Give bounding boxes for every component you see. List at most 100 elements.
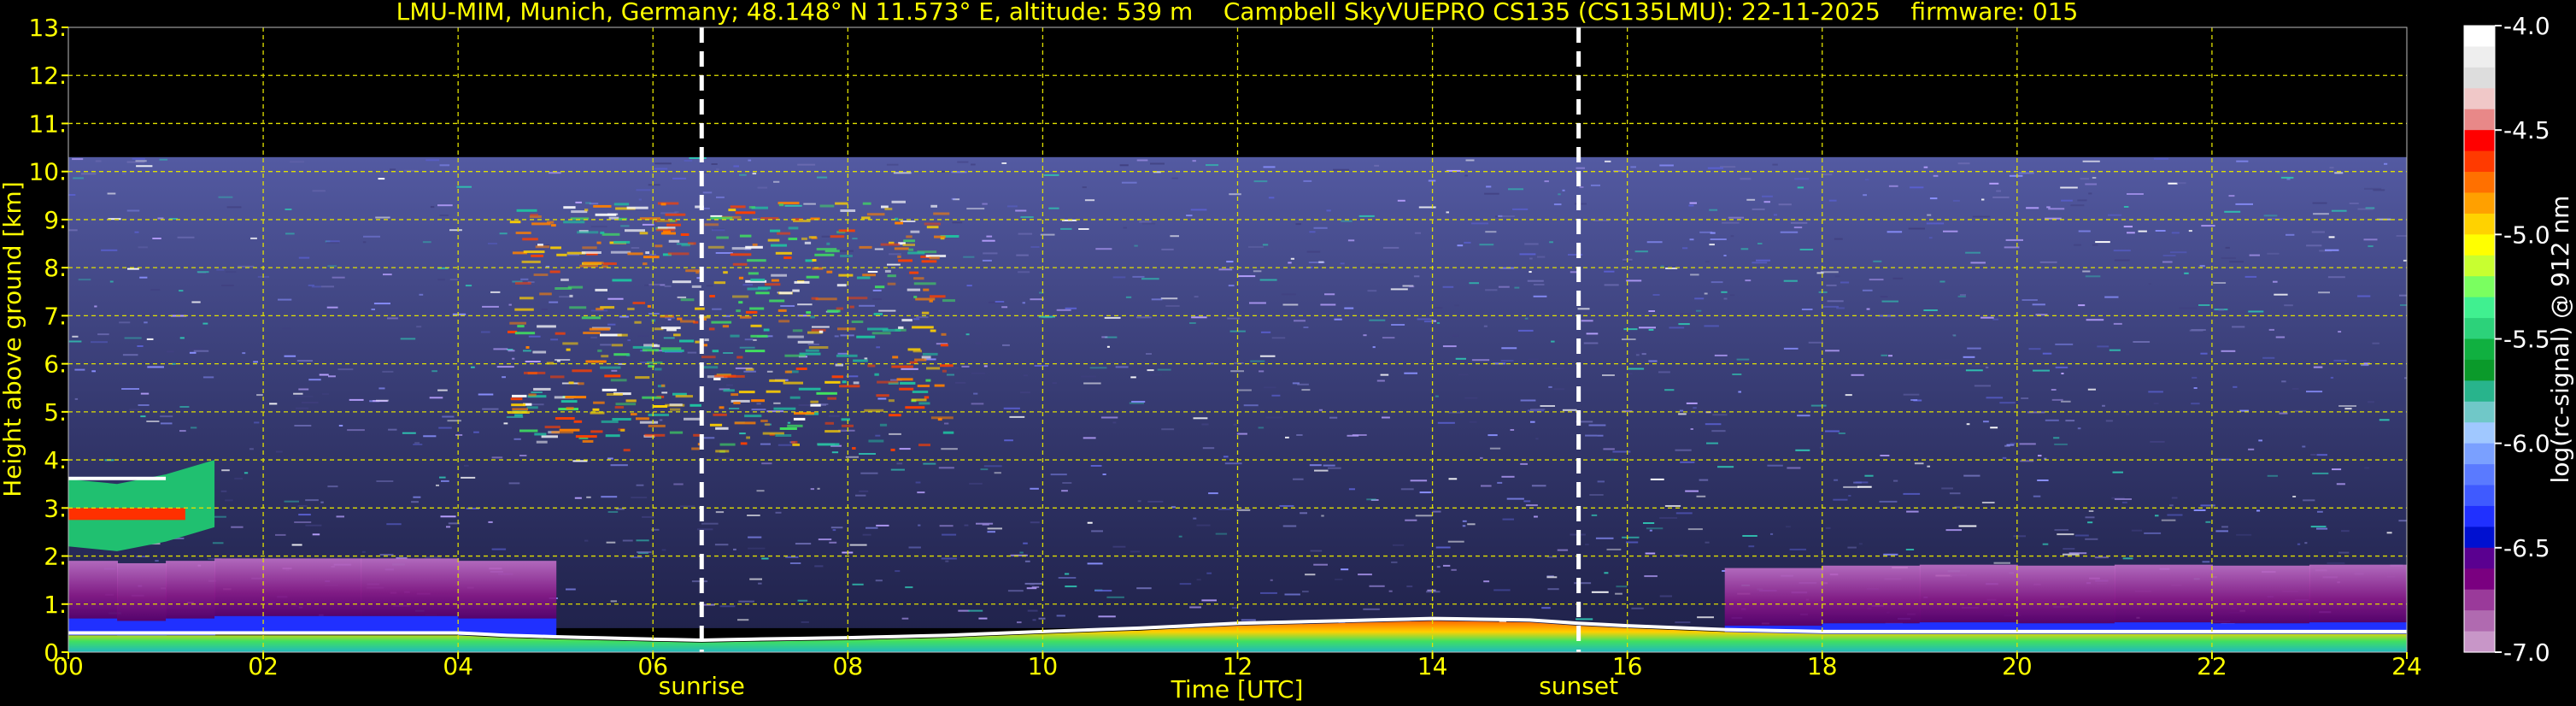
noise-speck <box>167 350 174 353</box>
noise-speck <box>1409 285 1415 288</box>
cloud-speck <box>562 342 578 345</box>
boundary-layer-band <box>68 561 119 619</box>
noise-speck <box>2218 309 2224 311</box>
cloud-speck <box>898 326 904 329</box>
noise-speck <box>766 370 773 373</box>
noise-speck <box>2336 483 2345 485</box>
noise-speck <box>1226 261 1234 263</box>
noise-speck <box>386 523 402 526</box>
cloud-speck <box>739 315 752 319</box>
noise-speck <box>2131 529 2143 532</box>
cloud-speck <box>770 229 781 232</box>
noise-speck <box>1102 474 1106 475</box>
colorbar-swatch <box>2464 631 2495 653</box>
cloud-speck <box>889 414 901 417</box>
noise-speck <box>1622 536 1640 538</box>
noise-speck <box>1910 399 1918 401</box>
noise-speck <box>1268 197 1275 199</box>
cloud-speck <box>604 374 621 378</box>
noise-speck <box>2184 272 2189 274</box>
noise-speck <box>706 285 713 287</box>
cloud-speck <box>511 403 526 407</box>
noise-speck <box>1591 591 1609 593</box>
cloud-speck <box>760 420 768 422</box>
noise-speck <box>490 291 501 293</box>
noise-speck <box>1017 621 1022 624</box>
noise-speck <box>1481 485 1492 487</box>
noise-speck <box>373 303 390 305</box>
cloud-speck <box>535 245 550 249</box>
noise-speck <box>1437 421 1455 424</box>
aerosol-layer-band <box>117 621 167 638</box>
noise-speck <box>817 487 820 490</box>
noise-speck <box>221 285 234 286</box>
cloud-speck <box>862 274 876 277</box>
noise-speck <box>600 344 612 346</box>
noise-speck <box>733 165 739 168</box>
noise-speck <box>1709 209 1718 211</box>
noise-speck <box>1308 262 1325 263</box>
noise-speck <box>1022 302 1025 304</box>
noise-speck <box>189 348 203 350</box>
noise-speck <box>679 505 695 508</box>
noise-speck <box>160 415 173 418</box>
cloud-speck <box>615 403 637 406</box>
noise-speck <box>2092 244 2098 246</box>
colorbar-tick-label: -6.0 <box>2503 430 2550 458</box>
cloud-speck <box>611 344 623 347</box>
cloud-speck <box>750 278 766 281</box>
noise-speck <box>2403 259 2407 262</box>
y-tick-label: 4. <box>44 446 67 474</box>
noise-speck <box>611 369 618 372</box>
noise-speck <box>1136 159 1148 162</box>
noise-speck <box>1259 370 1265 373</box>
noise-speck <box>575 201 582 203</box>
noise-speck <box>2213 282 2227 284</box>
noise-speck <box>1249 302 1266 304</box>
noise-speck <box>1499 215 1515 217</box>
noise-speck <box>1762 195 1773 197</box>
noise-speck <box>1294 320 1306 322</box>
noise-speck <box>1410 479 1428 482</box>
cloud-speck <box>714 374 736 378</box>
noise-speck <box>1591 514 1598 516</box>
noise-speck <box>973 392 978 395</box>
cloud-speck <box>925 379 931 382</box>
cloud-speck <box>747 259 766 262</box>
noise-speck <box>1431 307 1443 309</box>
cloud-speck <box>601 420 619 423</box>
noise-speck <box>2006 444 2015 446</box>
cloud-speck <box>906 235 912 238</box>
noise-speck <box>244 472 249 474</box>
noise-speck <box>1123 227 1127 229</box>
noise-speck <box>1757 243 1763 244</box>
noise-speck <box>122 354 138 356</box>
colorbar-swatch <box>2464 26 2495 48</box>
noise-speck <box>1281 293 1296 296</box>
noise-speck <box>1382 246 1399 249</box>
cloud-speck <box>732 295 749 298</box>
colorbar-tick-label: -5.5 <box>2503 326 2550 354</box>
noise-speck <box>1002 344 1010 346</box>
noise-speck <box>2085 183 2098 185</box>
noise-speck <box>1840 281 1850 284</box>
noise-speck <box>1018 271 1030 274</box>
cloud-speck <box>679 339 695 343</box>
noise-speck <box>91 341 108 344</box>
y-tick-label: 1. <box>44 591 67 619</box>
cloud-speck <box>942 431 954 434</box>
cloud-speck <box>905 406 925 409</box>
noise-speck <box>2153 157 2168 160</box>
noise-speck <box>447 420 461 422</box>
cloud-speck <box>738 276 744 279</box>
cloud-speck <box>913 296 918 298</box>
noise-speck <box>1121 181 1137 184</box>
cloud-speck <box>531 254 543 257</box>
cloud-speck <box>787 424 803 427</box>
noise-speck <box>716 168 719 171</box>
noise-speck <box>291 544 302 546</box>
noise-speck <box>1730 235 1734 238</box>
noise-speck <box>1540 405 1555 407</box>
noise-speck <box>1471 359 1490 362</box>
noise-speck <box>2042 543 2049 545</box>
